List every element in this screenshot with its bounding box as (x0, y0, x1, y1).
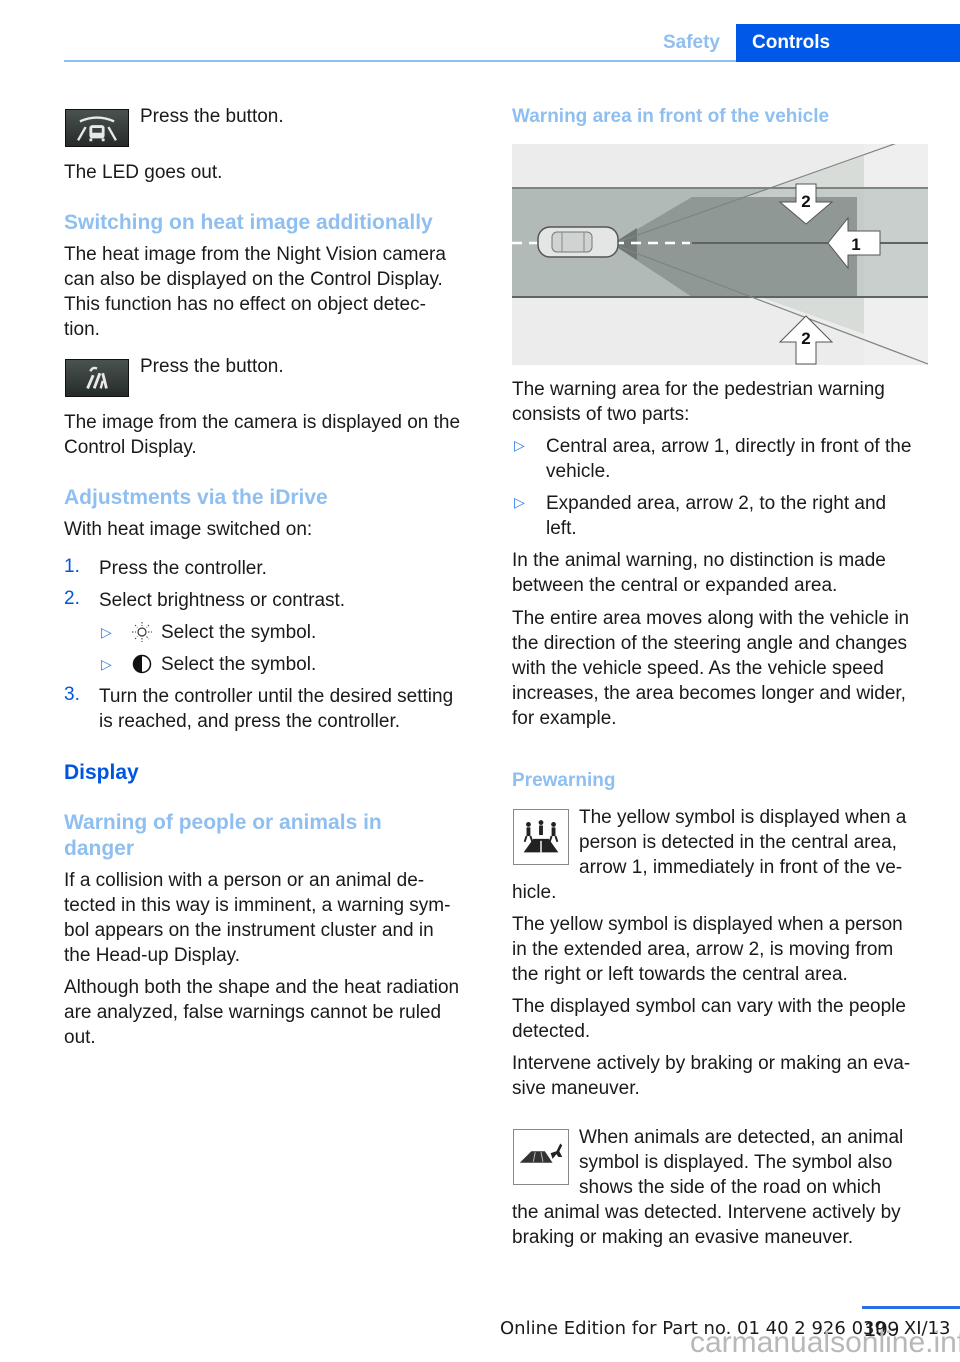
brightness-icon (132, 622, 152, 642)
vary-line-2: detected. (512, 1021, 591, 1042)
intervene-line-1: Intervene actively by braking or making … (512, 1053, 911, 1074)
watermark: carmanualsonline.info (690, 1326, 960, 1359)
page-number-rule (862, 1306, 960, 1309)
substep-text-1: Select the symbol. (161, 622, 317, 643)
pedestrian-warning-symbol (513, 809, 569, 865)
yellow-2-line-3: the right or left towards the central ar… (512, 964, 848, 985)
warning-line-3: bol appears on the instrument cluster an… (64, 920, 434, 941)
step-number-3: 3. (64, 684, 80, 705)
yellow-1-line-1: The yellow symbol is displayed when a (579, 807, 907, 828)
analysis-line-1: Although both the shape and the heat rad… (64, 977, 460, 998)
yellow-1-line-2: person is detected in the central area, (579, 832, 897, 853)
step-number-1: 1. (64, 556, 80, 577)
animal-symbol-line-2: symbol is displayed. The symbol also (579, 1152, 893, 1173)
area-intro-line-2: consists of two parts: (512, 404, 690, 425)
header-rule (64, 60, 736, 62)
bullet-triangle-icon: ▷ (514, 437, 525, 453)
heat-line-4: tion. (64, 319, 100, 340)
contrast-icon (132, 654, 152, 674)
moves-line-5: for example. (512, 708, 617, 729)
animal-line-1: In the animal warning, no distinction is… (512, 550, 886, 571)
step-text-3b: is reached, and press the controller. (99, 711, 401, 732)
area-intro-line-1: The warning area for the pedestrian warn… (512, 379, 885, 400)
idrive-intro: With heat image switched on: (64, 519, 313, 540)
animal-symbol-line-1: When animals are detected, an animal (579, 1127, 904, 1148)
press-button-text-1: Press the button. (140, 106, 284, 127)
heat-line-2: can also be displayed on the Control Dis… (64, 269, 443, 290)
moves-line-2: the direction of the steering angle and … (512, 633, 908, 654)
prewarning-heading: Prewarning (512, 770, 616, 791)
heat-line-3: This function has no effect on object de… (64, 294, 426, 315)
vehicle-icon (537, 226, 619, 258)
warning-heading-line-1: Warning of people or animals in (64, 811, 382, 834)
animal-symbol-line-4: the animal was detected. Intervene activ… (512, 1202, 901, 1223)
camera-line-2: Control Display. (64, 437, 197, 458)
header-chapter-controls[interactable]: Controls (736, 24, 960, 62)
warning-line-1: If a collision with a person or an anima… (64, 870, 425, 891)
vary-line-1: The displayed symbol can vary with the p… (512, 996, 906, 1017)
animal-warning-symbol (513, 1129, 569, 1185)
bullet-triangle-icon: ▷ (101, 624, 112, 640)
warning-line-4: the Head-up Display. (64, 945, 241, 966)
yellow-1-line-3: arrow 1, immediately in front of the ve- (579, 857, 903, 878)
step-text-3: Turn the controller until the desired se… (99, 686, 454, 707)
moves-line-1: The entire area moves along with the veh… (512, 608, 910, 629)
analysis-line-2: are analyzed, false warnings cannot be r… (64, 1002, 442, 1023)
heat-image-button-icon (65, 359, 129, 397)
yellow-2-line-2: in the extended area, arrow 2, is moving… (512, 939, 894, 960)
press-button-text-2: Press the button. (140, 356, 284, 377)
moves-line-3: with the vehicle speed. As the vehicle s… (512, 658, 884, 679)
bullet-triangle-icon: ▷ (101, 656, 112, 672)
yellow-1-line-4: hicle. (512, 882, 557, 903)
warning-line-2: tected in this way is imminent, a warnin… (64, 895, 451, 916)
heat-line-1: The heat image from the Night Vision cam… (64, 244, 446, 265)
warning-area-diagram: 2 1 2 (512, 144, 928, 365)
idrive-heading: Adjustments via the iDrive (64, 486, 328, 509)
bullet-2-line-2: left. (546, 518, 577, 539)
animal-symbol-line-3: shows the side of the road on which (579, 1177, 882, 1198)
intervene-line-2: sive maneuver. (512, 1078, 640, 1099)
camera-line-1: The image from the camera is displayed o… (64, 412, 461, 433)
warning-area-heading: Warning area in front of the vehicle (512, 106, 830, 127)
arrow-label-bottom: 2 (801, 329, 810, 348)
moves-line-4: increases, the area becomes longer and w… (512, 683, 906, 704)
heat-image-heading: Switching on heat image additionally (64, 211, 433, 234)
step-text-2: Select brightness or contrast. (99, 590, 346, 611)
yellow-2-line-1: The yellow symbol is displayed when a pe… (512, 914, 903, 935)
step-number-2: 2. (64, 588, 80, 609)
bullet-triangle-icon: ▷ (514, 494, 525, 510)
bullet-1-line-1: Central area, arrow 1, directly in front… (546, 436, 912, 457)
step-text-1: Press the controller. (99, 558, 267, 579)
bullet-1-line-2: vehicle. (546, 461, 611, 482)
animal-line-2: between the central or expanded area. (512, 575, 838, 596)
substep-text-2: Select the symbol. (161, 654, 317, 675)
bullet-2-line-1: Expanded area, arrow 2, to the right and (546, 493, 887, 514)
header-section-safety[interactable]: Safety (640, 24, 736, 62)
night-vision-button-icon (65, 109, 129, 147)
animal-symbol-line-5: braking or making an evasive maneuver. (512, 1227, 854, 1248)
arrow-label-top: 2 (801, 192, 810, 211)
analysis-line-3: out. (64, 1027, 96, 1048)
led-out-text: The LED goes out. (64, 162, 223, 183)
warning-heading-line-2: danger (64, 837, 135, 860)
display-heading: Display (64, 761, 139, 784)
arrow-label-center: 1 (851, 235, 860, 254)
